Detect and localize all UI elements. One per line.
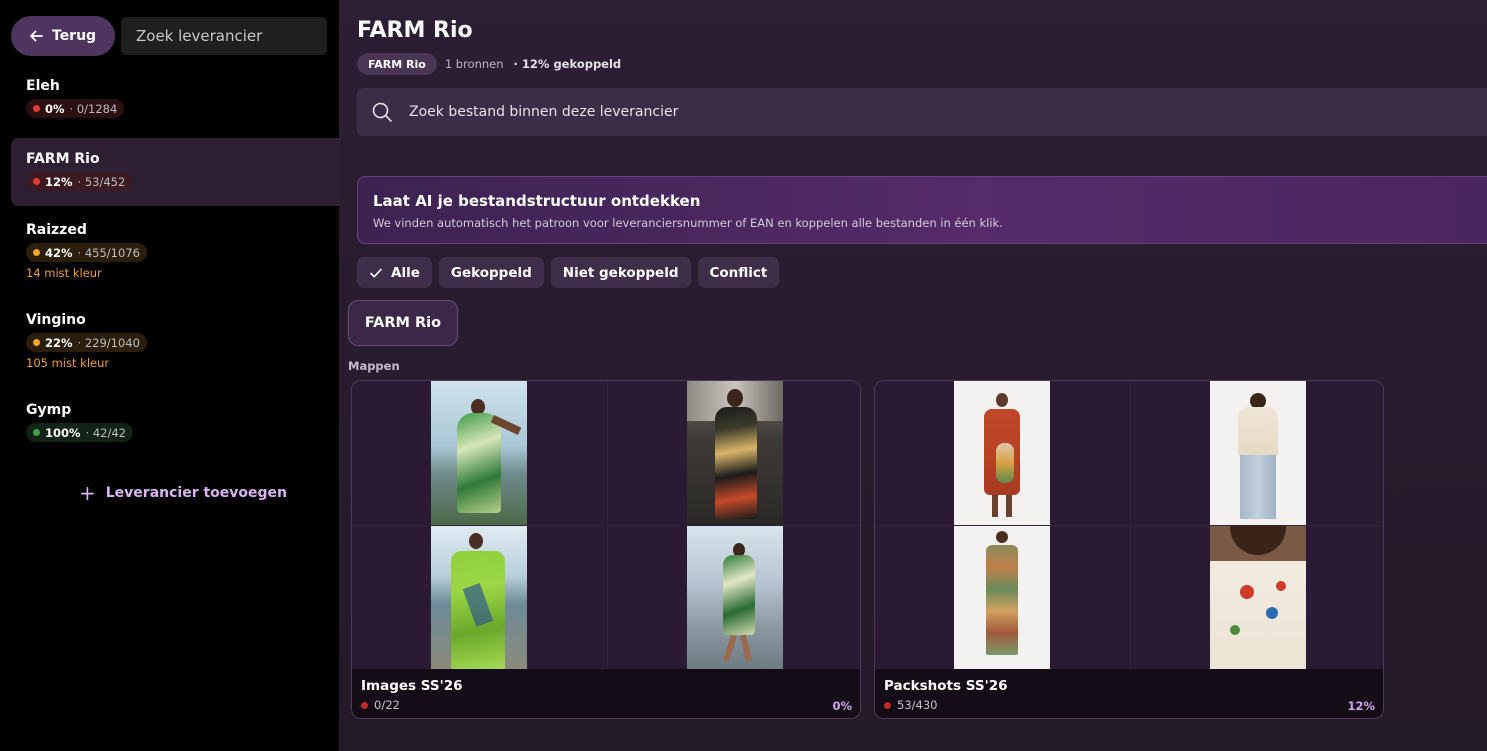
folder-card-footer: Images SS'26 0/22 0% [352,669,860,718]
sources-count: 1 bronnen [444,57,504,71]
status-count: · 0/1284 [69,101,118,116]
status-count: · 53/452 [77,174,126,189]
supplier-name: Vingino [26,312,86,328]
thumbnail [875,525,1130,669]
folder-name: Packshots SS'26 [884,678,1008,694]
filter-label: Niet gekoppeld [562,264,679,281]
ai-discover-banner[interactable]: Laat AI je bestandstructuur ontdekken We… [357,176,1487,244]
thumbnail [1130,381,1383,525]
thumbnail-image [954,525,1051,669]
status-dot [33,339,40,346]
thumbnail-image [686,525,783,669]
arrow-left-icon [30,30,43,42]
folder-name: Images SS'26 [361,678,463,694]
status-badge: 22% · 229/1040 [26,333,147,352]
thumbnail [607,381,860,525]
status-badge: 100% · 42/42 [26,423,133,442]
supplier-name: FARM Rio [26,151,100,167]
search-icon [372,102,392,122]
status-percent: 12% [45,174,73,189]
linked-percent: · 12% gekoppeld [513,57,622,71]
folder-card-packshots[interactable]: Packshots SS'26 53/430 12% [874,380,1384,719]
supplier-name: Eleh [26,78,60,94]
status-percent: 0% [45,101,65,116]
status-dot [33,249,40,256]
status-dot [33,105,40,112]
thumbnail-image [431,525,528,669]
folder-count: 0/22 [361,698,852,712]
check-icon [370,268,382,277]
thumbnail [1130,525,1383,669]
status-count: · 42/42 [85,425,126,440]
back-button-label: Terug [52,28,97,44]
status-badge: 42% · 455/1076 [26,243,147,262]
plus-icon: + [79,481,96,505]
filter-bar: Alle Gekoppeld Niet gekoppeld Conflict [357,257,780,288]
filter-not-linked[interactable]: Niet gekoppeld [550,257,691,288]
thumbnail [875,381,1130,525]
folder-count-value: 53/430 [897,698,938,712]
thumbnail-image [954,381,1051,525]
filter-label: Conflict [709,264,768,281]
missing-color-note: 105 mist kleur [26,356,110,370]
folder-card-images[interactable]: Images SS'26 0/22 0% [351,380,861,719]
folder-count-value: 0/22 [374,698,400,712]
status-dot [33,178,40,185]
filter-linked[interactable]: Gekoppeld [438,257,544,288]
filter-conflict[interactable]: Conflict [697,257,780,288]
thumbnail [352,525,607,669]
file-search-input[interactable] [409,104,1309,120]
supplier-item-vingino[interactable]: Vingino 22% · 229/1040 105 mist kleur [11,312,339,370]
ai-banner-subtitle: We vinden automatisch het patroon voor l… [373,216,1003,230]
back-button[interactable]: Terug [11,16,115,56]
folder-percent: 12% [1347,699,1375,713]
filter-all[interactable]: Alle [357,257,432,288]
thumbnail [352,381,607,525]
supplier-item-raizzed[interactable]: Raizzed 42% · 455/1076 14 mist kleur [11,222,339,280]
status-dot [33,429,40,436]
supplier-meta: FARM Rio 1 bronnen · 12% gekoppeld [357,53,621,75]
folder-card-footer: Packshots SS'26 53/430 12% [875,669,1383,718]
status-badge: 12% · 53/452 [26,172,133,191]
thumbnail-image [1209,381,1306,525]
status-count: · 229/1040 [77,335,140,350]
supplier-item-farm-rio[interactable]: FARM Rio 12% · 53/452 [11,138,339,206]
folders-section-label: Mappen [348,359,400,373]
file-search-bar[interactable] [357,88,1487,136]
folder-count: 53/430 [884,698,1375,712]
status-count: · 455/1076 [77,245,140,260]
supplier-search-input[interactable] [121,17,327,55]
thumbnail-image [431,381,528,525]
status-badge: 0% · 0/1284 [26,99,125,118]
thumbnail-image [686,381,783,525]
status-percent: 42% [45,245,73,260]
source-chip[interactable]: FARM Rio [357,53,437,75]
supplier-item-gymp[interactable]: Gymp 100% · 42/42 [11,402,339,442]
status-percent: 22% [45,335,73,350]
thumbnail-image [1209,525,1306,669]
thumbnail [607,525,860,669]
main-panel: FARM Rio FARM Rio 1 bronnen · 12% gekopp… [339,0,1487,751]
folder-thumbnails [875,381,1383,669]
status-percent: 100% [45,425,81,440]
add-supplier-button[interactable]: + Leverancier toevoegen [79,481,288,505]
supplier-item-eleh[interactable]: Eleh 0% · 0/1284 [11,78,339,118]
filter-label: Alle [391,264,420,281]
folder-breadcrumb-chip[interactable]: FARM Rio [348,300,458,346]
sidebar: Terug Eleh 0% · 0/1284 FARM Rio 12% · 53… [0,0,339,751]
supplier-name: Gymp [26,402,72,418]
folder-percent: 0% [832,699,852,713]
page-title: FARM Rio [357,18,473,43]
missing-color-note: 14 mist kleur [26,266,102,280]
status-dot [361,701,368,709]
ai-banner-title: Laat AI je bestandstructuur ontdekken [373,192,701,210]
supplier-name: Raizzed [26,222,87,238]
add-supplier-label: Leverancier toevoegen [105,485,288,501]
filter-label: Gekoppeld [450,264,532,281]
folder-thumbnails [352,381,860,669]
status-dot [884,701,891,709]
